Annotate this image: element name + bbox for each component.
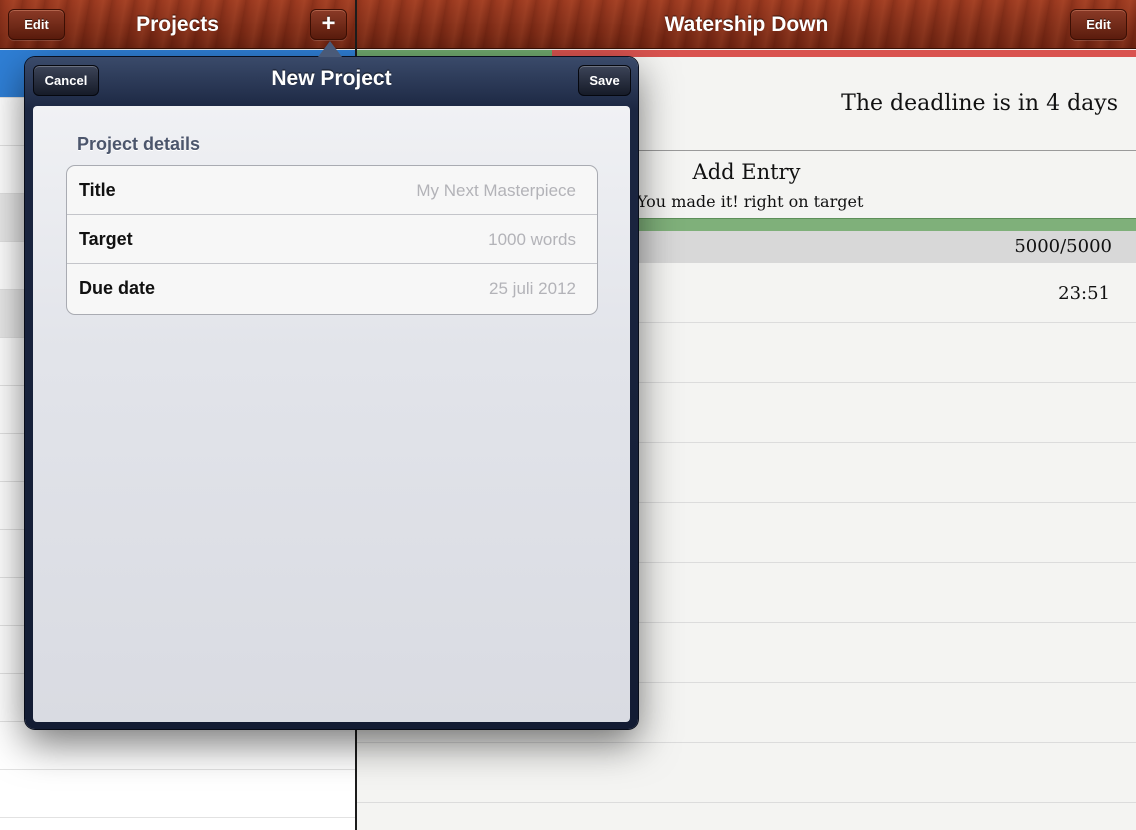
due-date-field[interactable]: Due date 25 juli 2012: [67, 264, 597, 314]
due-date-placeholder: 25 juli 2012: [489, 279, 576, 298]
deadline-progress-bar: [357, 50, 1136, 57]
title-field[interactable]: Title My Next Masterpiece: [67, 166, 597, 215]
projects-navbar: Edit Projects +: [0, 0, 355, 49]
popover-title: New Project: [271, 67, 392, 90]
deadline-text: The deadline is in 4 days: [841, 91, 1118, 116]
new-project-popover: Cancel New Project Save Project details …: [25, 57, 638, 729]
word-count: 5000/5000: [1014, 236, 1112, 257]
detail-edit-button[interactable]: Edit: [1070, 9, 1127, 40]
due-date-label: Due date: [79, 278, 156, 298]
list-item[interactable]: [0, 770, 355, 818]
target-placeholder: 1000 words: [488, 230, 576, 249]
entry-time: 23:51: [1058, 283, 1110, 304]
target-field[interactable]: Target 1000 words: [67, 215, 597, 264]
project-details-group: Title My Next Masterpiece Target 1000 wo…: [66, 165, 598, 315]
target-label: Target: [79, 229, 133, 249]
project-title: Watership Down: [664, 13, 829, 36]
save-button[interactable]: Save: [578, 65, 631, 96]
add-project-button[interactable]: +: [310, 9, 347, 40]
row-divider: [357, 742, 1136, 743]
popover-content: Project details Title My Next Masterpiec…: [33, 106, 630, 722]
list-item[interactable]: [0, 722, 355, 770]
title-placeholder: My Next Masterpiece: [416, 181, 576, 200]
projects-title: Projects: [136, 13, 219, 36]
status-text: You made it! right on target: [637, 192, 864, 211]
row-divider: [357, 802, 1136, 803]
title-label: Title: [79, 180, 116, 200]
section-header: Project details: [77, 134, 201, 154]
detail-navbar: Watership Down Edit: [357, 0, 1136, 49]
popover-arrow: [318, 41, 342, 57]
deadline-progress-fill: [357, 50, 552, 57]
plus-icon: +: [321, 10, 336, 37]
